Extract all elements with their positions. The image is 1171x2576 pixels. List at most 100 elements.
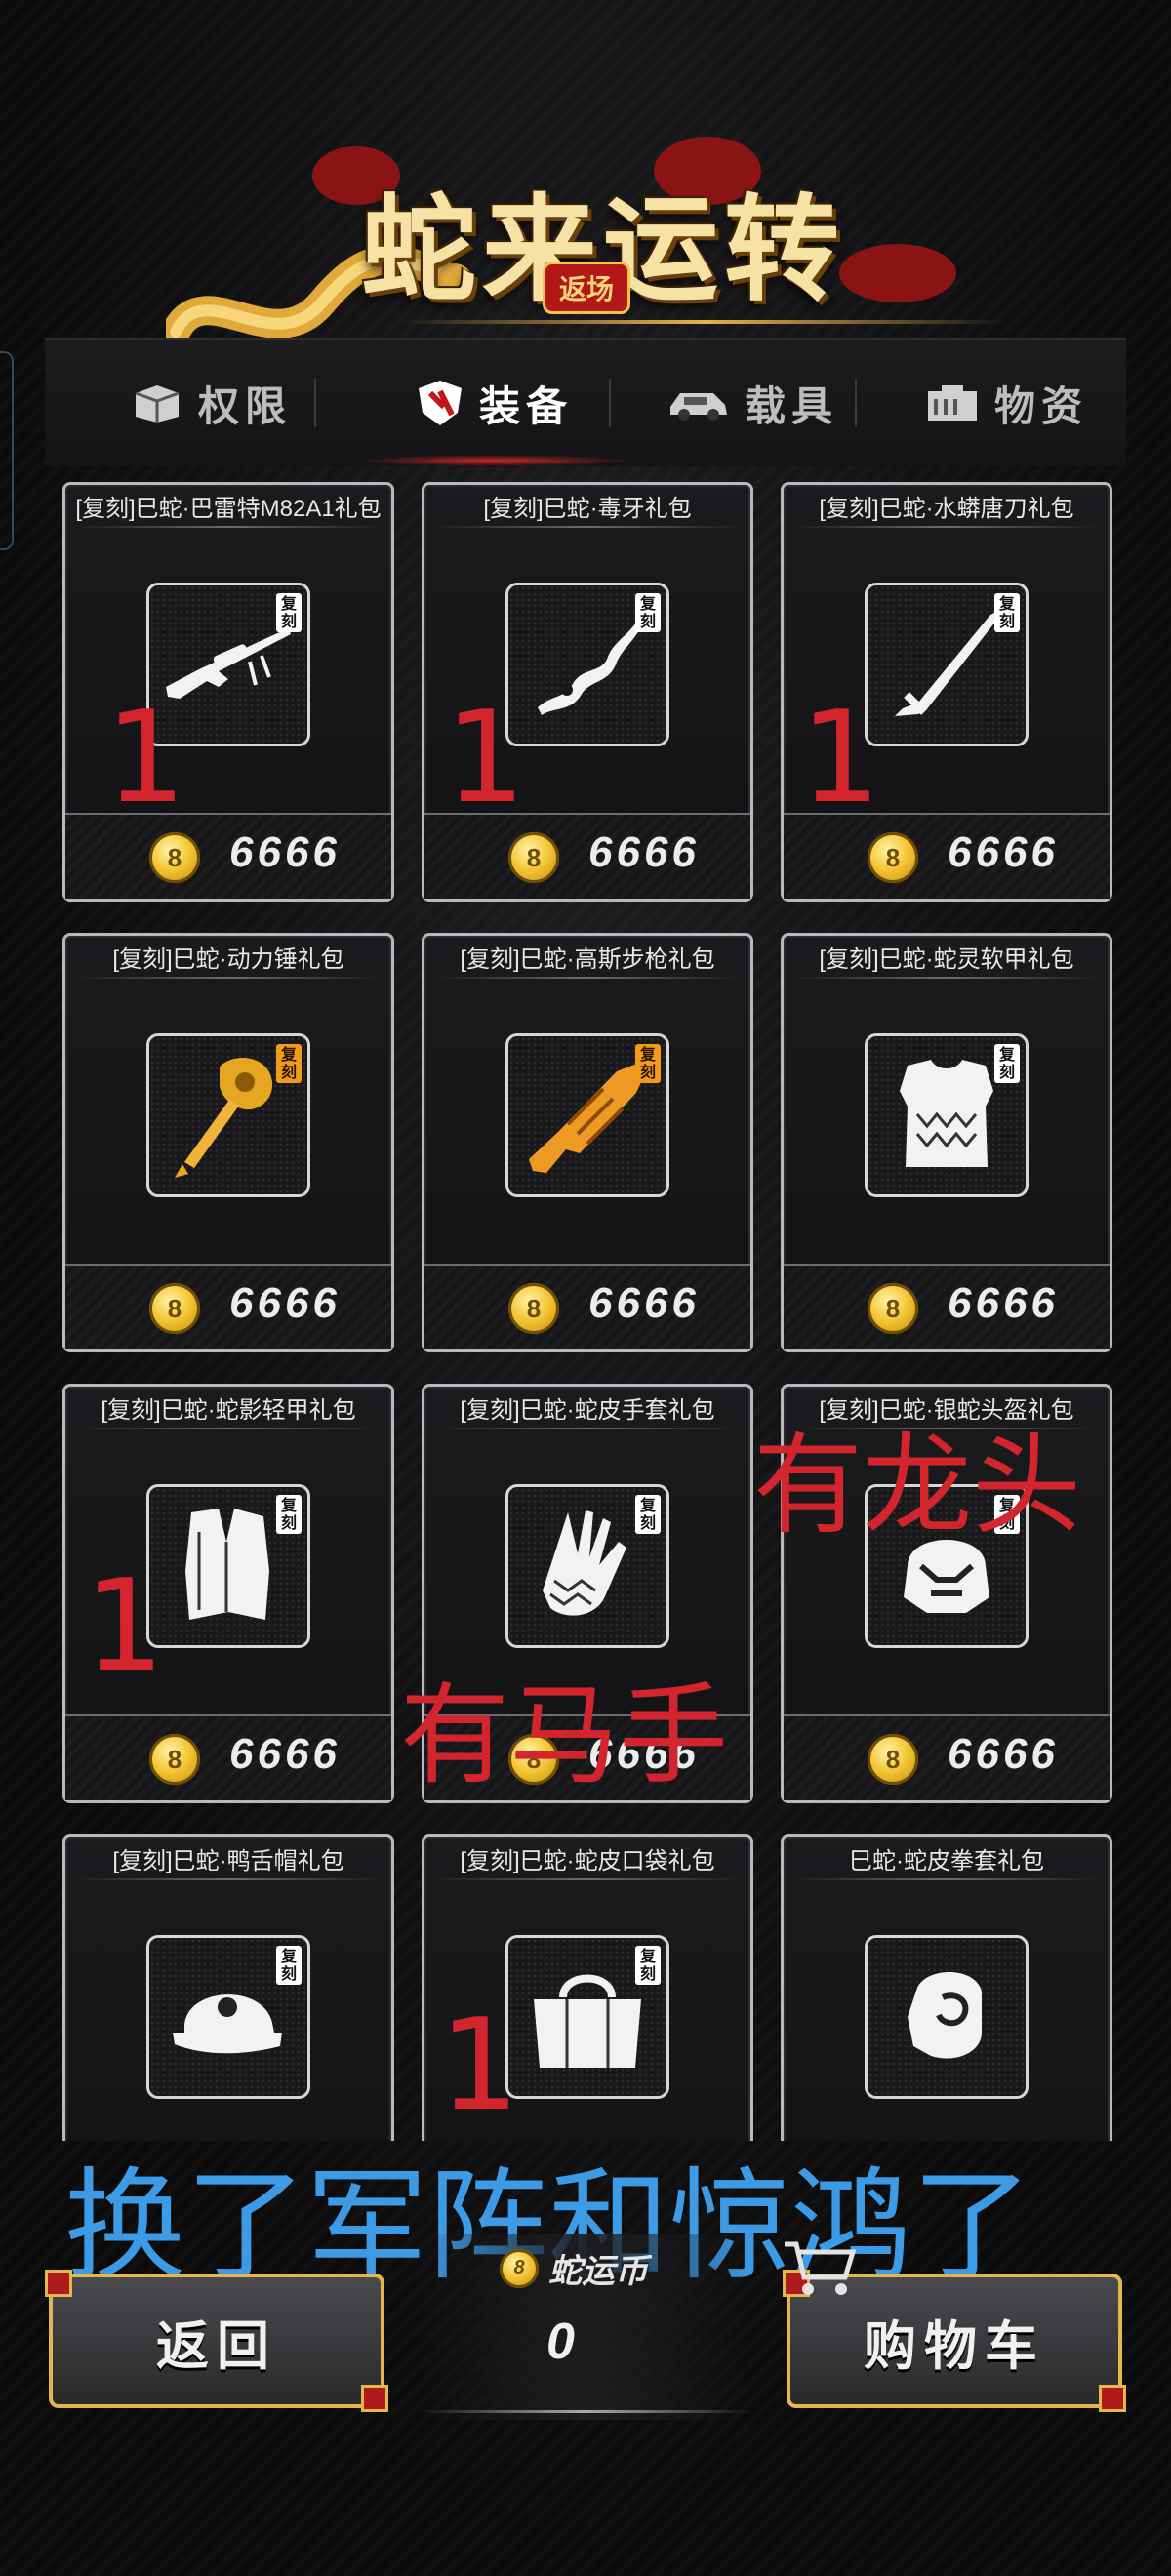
tab-vehicles[interactable]: 载具 [630, 340, 874, 466]
item-card[interactable]: [复刻]巳蛇·蛇灵软甲礼包 复刻 8 6666 [781, 933, 1112, 1352]
supply-crate-icon [924, 382, 981, 424]
tab-supplies[interactable]: 物资 [884, 340, 1128, 466]
rerun-badge: 返场 [543, 262, 631, 314]
edge-handle[interactable] [0, 351, 14, 550]
event-title-banner: 蛇来运转 返场 [166, 137, 1005, 361]
item-icon-frame: 复刻 [505, 1033, 669, 1197]
item-price: 6666 [948, 1730, 1059, 1778]
rerun-tag: 复刻 [276, 593, 302, 632]
tab-label: 权限 [197, 382, 292, 429]
price-bar: 8 6666 [424, 1264, 750, 1349]
bag-icon [534, 1974, 641, 2068]
corner-ornament-icon [45, 2270, 72, 2297]
item-card[interactable]: [复刻]巳蛇·动力锤礼包 复刻 8 6666 [62, 933, 394, 1352]
item-title: [复刻]巳蛇·巴雷特M82A1礼包 [75, 496, 382, 522]
coin-icon: 8 [149, 1283, 200, 1334]
item-title: [复刻]巳蛇·蛇影轻甲礼包 [101, 1397, 356, 1424]
item-card[interactable]: 巳蛇·蛇皮拳套礼包 [781, 1834, 1112, 2141]
item-price: 6666 [229, 1279, 341, 1327]
cart-icon [785, 2241, 857, 2295]
annotation-dragon-note: 有龙头 [753, 1423, 1081, 1550]
boxing-glove-icon [908, 1971, 982, 2059]
rerun-tag: 复刻 [276, 1946, 302, 1985]
item-title: [复刻]巳蛇·蛇皮口袋礼包 [460, 1848, 715, 1874]
item-price: 6666 [229, 828, 341, 876]
tab-divider [314, 379, 316, 427]
item-price: 6666 [948, 1279, 1059, 1327]
item-card[interactable]: [复刻]巳蛇·高斯步枪礼包 复刻 8 6666 [422, 933, 753, 1352]
rerun-tag: 复刻 [635, 593, 661, 632]
annotation-mark: 1 [439, 1991, 520, 2139]
item-title: [复刻]巳蛇·动力锤礼包 [112, 946, 344, 973]
currency-label: 蛇运币 [548, 2253, 648, 2290]
rerun-tag: 复刻 [635, 1044, 661, 1083]
item-title: 巳蛇·蛇皮拳套礼包 [849, 1848, 1044, 1874]
item-icon-frame: 复刻 [505, 1484, 669, 1648]
item-icon-frame: 复刻 [865, 583, 1029, 746]
coin-icon: 8 [868, 832, 918, 883]
item-title: [复刻]巳蛇·蛇灵软甲礼包 [819, 946, 1074, 973]
active-tab-indicator [357, 455, 630, 466]
fang-blade-icon [538, 618, 643, 715]
price-bar: 8 6666 [65, 1714, 391, 1800]
title-divider [75, 977, 382, 979]
rerun-tag: 复刻 [635, 1495, 661, 1534]
item-title: [复刻]巳蛇·蛇皮手套礼包 [460, 1397, 715, 1424]
item-title: [复刻]巳蛇·毒牙礼包 [483, 496, 692, 522]
shield-icon [415, 378, 465, 428]
tab-label: 载具 [744, 382, 838, 429]
item-title: [复刻]巳蛇·鸭舌帽礼包 [112, 1848, 344, 1874]
title-divider [793, 977, 1100, 979]
title-divider [75, 526, 382, 528]
item-card[interactable]: [复刻]巳蛇·鸭舌帽礼包 复刻 [62, 1834, 394, 2141]
title-divider [434, 977, 741, 979]
rerun-tag: 复刻 [994, 593, 1020, 632]
soft-armor-icon [900, 1060, 993, 1167]
coin-icon: 8 [149, 1734, 200, 1785]
tab-label: 物资 [993, 382, 1088, 429]
tab-divider [855, 379, 857, 427]
coin-icon: 8 [149, 832, 200, 883]
box-icon [130, 382, 184, 424]
item-icon-frame: 复刻 [505, 583, 669, 746]
item-price: 6666 [948, 828, 1059, 876]
item-icon-frame: 复刻 [146, 1484, 310, 1648]
annotation-mark: 1 [84, 1551, 165, 1700]
coin-icon: 8 [500, 2248, 539, 2288]
car-icon [666, 383, 731, 423]
price-bar: 8 6666 [784, 1714, 1110, 1800]
item-icon-frame: 复刻 [505, 1935, 669, 2099]
title-divider [400, 320, 1005, 324]
coin-icon: 8 [508, 832, 559, 883]
annotation-horse-note: 有马手 [400, 1672, 728, 1799]
item-icon-frame: 复刻 [146, 1033, 310, 1197]
cap-icon [173, 1994, 282, 2054]
tab-equipment[interactable]: 装备 [357, 340, 630, 466]
currency-divider [420, 2410, 751, 2413]
title-divider [434, 526, 741, 528]
currency-label-row: 8 蛇运币 [500, 2244, 648, 2292]
price-bar: 8 6666 [65, 1264, 391, 1349]
item-price: 6666 [229, 1730, 341, 1778]
title-divider [793, 1878, 1100, 1880]
title-divider [75, 1428, 382, 1429]
tab-label: 装备 [478, 382, 573, 429]
coin-icon: 8 [868, 1283, 918, 1334]
corner-ornament-icon [1099, 2385, 1126, 2412]
coin-icon: 8 [868, 1734, 918, 1785]
item-grid: [复刻]巳蛇·巴雷特M82A1礼包 复刻 8 6666 [复刻]巳蛇·毒牙礼包 … [62, 482, 1112, 2141]
category-tab-bar: 权限 装备 载具 物资 [45, 338, 1126, 466]
power-hammer-icon [175, 1057, 273, 1178]
annotation-mark: 1 [445, 683, 526, 831]
item-icon-frame: 复刻 [146, 1935, 310, 2099]
back-label: 返回 [156, 2314, 277, 2377]
tang-sword-icon [895, 611, 998, 716]
gloves-icon [543, 1510, 626, 1616]
cart-label: 购物车 [864, 2314, 1045, 2377]
item-price: 6666 [588, 1279, 700, 1327]
cart-button[interactable]: 购物车 [783, 2241, 1126, 2412]
rerun-tag: 复刻 [635, 1946, 661, 1985]
rerun-tag: 复刻 [994, 1044, 1020, 1083]
tab-permissions[interactable]: 权限 [84, 340, 338, 466]
back-button[interactable]: 返回 [45, 2270, 388, 2412]
